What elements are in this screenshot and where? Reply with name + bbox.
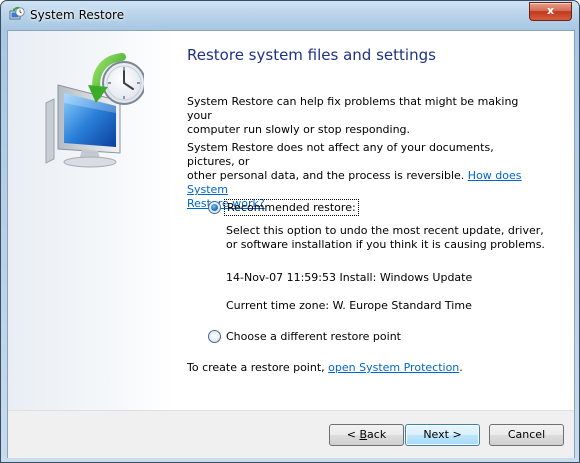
- cancel-button[interactable]: Cancel: [489, 424, 564, 446]
- current-time-zone: Current time zone: W. Europe Standard Ti…: [226, 299, 472, 312]
- close-button[interactable]: x: [529, 2, 572, 21]
- choose-different-restore-radio[interactable]: [208, 329, 221, 343]
- wizard-side-panel: [8, 31, 173, 410]
- title-bar[interactable]: System Restore x: [1, 1, 579, 30]
- restore-point-hint: To create a restore point, open System P…: [187, 361, 537, 375]
- choose-different-restore-option[interactable]: Choose a different restore point: [208, 328, 401, 344]
- close-icon: x: [546, 4, 555, 17]
- info-line-2-text: other personal data, and the process is …: [187, 169, 468, 182]
- intro-line-2: computer run slowly or stop responding.: [187, 123, 411, 136]
- open-system-protection-link[interactable]: open System Protection: [328, 361, 459, 374]
- recommended-desc-line-1: Select this option to undo the most rece…: [226, 224, 544, 237]
- recommended-restore-label[interactable]: Recommended restore:: [224, 198, 359, 216]
- recommended-desc-line-2: or software installation if you think it…: [226, 238, 545, 251]
- recommended-restore-radio[interactable]: [208, 200, 221, 214]
- recommended-restore-option[interactable]: Recommended restore:: [208, 198, 359, 216]
- system-restore-window: System Restore x Restore system files an…: [0, 0, 580, 463]
- restore-point-hint-text: To create a restore point,: [187, 361, 329, 374]
- wizard-footer: < Back Next > Cancel: [8, 410, 574, 458]
- back-button-rest: ack: [367, 428, 387, 441]
- restore-point-info: 14-Nov-07 11:59:53 Install: Windows Upda…: [226, 271, 473, 284]
- restore-point-hint-suffix: .: [459, 361, 463, 374]
- page-title: Restore system files and settings: [187, 46, 436, 64]
- wizard-client-area: Restore system files and settings System…: [7, 30, 575, 458]
- intro-line-1: System Restore can help fix problems tha…: [187, 95, 519, 122]
- system-restore-icon: [9, 7, 25, 20]
- info-line-2: other personal data, and the process is …: [187, 169, 537, 197]
- back-button-mnemonic: B: [359, 428, 368, 441]
- intro-text: System Restore can help fix problems tha…: [187, 95, 537, 137]
- recommended-restore-description: Select this option to undo the most rece…: [226, 224, 556, 252]
- window-title: System Restore: [30, 8, 125, 22]
- info-line-1: System Restore does not affect any of yo…: [187, 141, 494, 168]
- back-button-prefix: <: [346, 428, 360, 441]
- system-restore-monitor-clock-icon: [45, 53, 144, 168]
- next-button[interactable]: Next >: [405, 424, 480, 446]
- choose-different-restore-label[interactable]: Choose a different restore point: [226, 330, 401, 343]
- back-button[interactable]: < Back: [329, 424, 404, 446]
